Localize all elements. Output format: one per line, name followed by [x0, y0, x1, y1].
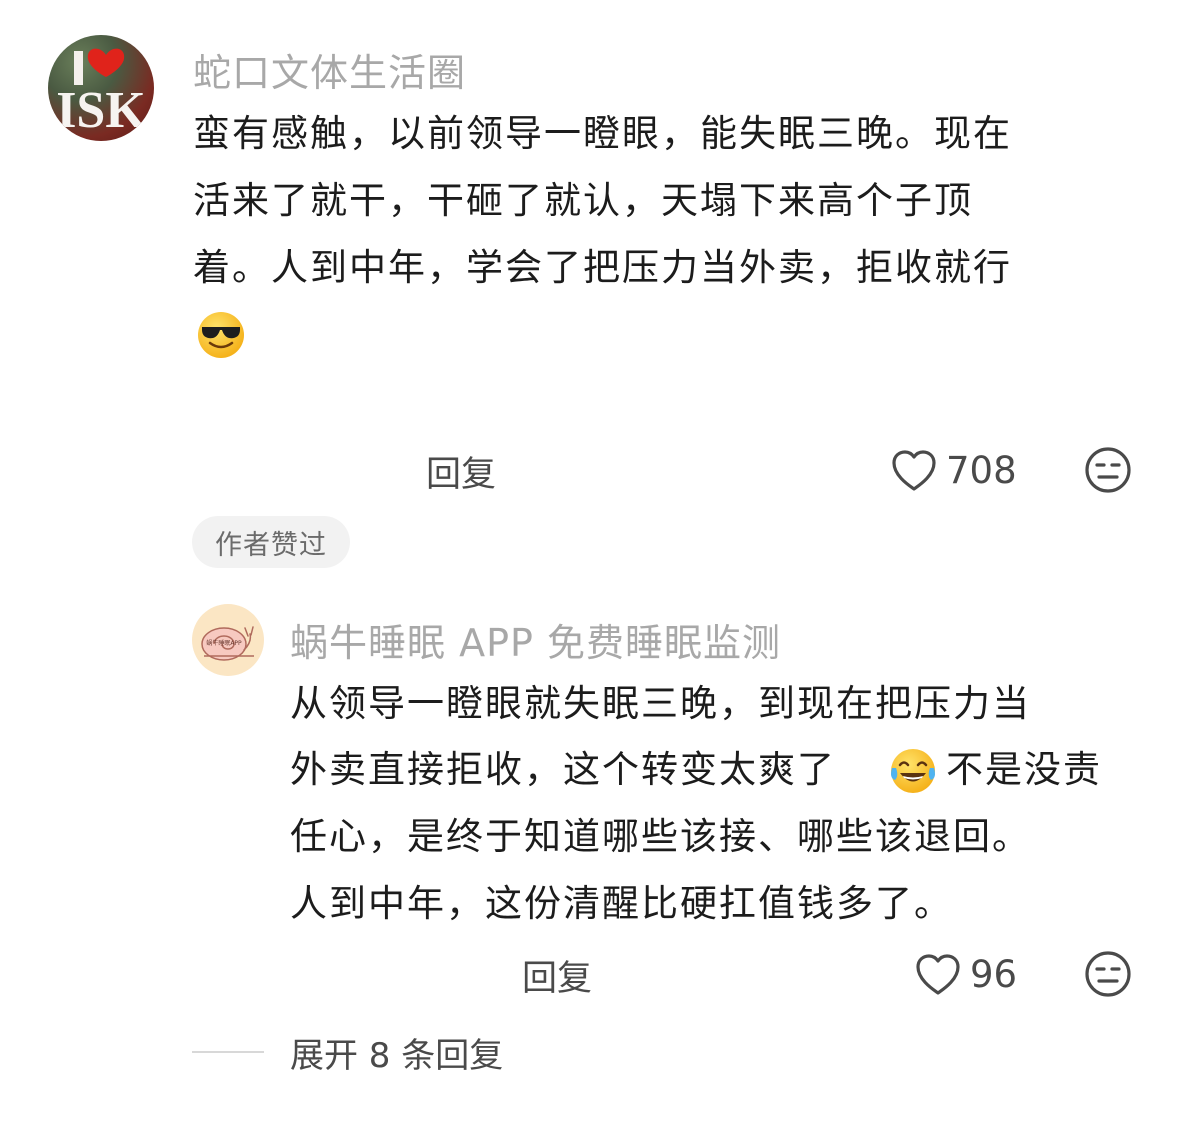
avatar-text: ISK [56, 82, 146, 139]
snail-logo: 蜗牛睡眠APP [201, 626, 254, 661]
heart-icon[interactable] [914, 953, 962, 997]
expand-replies-button[interactable]: 展开 8 条回复 [290, 1028, 503, 1077]
reply-text-line: 不是没责 [946, 748, 1102, 791]
avatar[interactable]: ISK [48, 35, 154, 141]
comment-text-line: 活来了就干，干砸了就认，天塌下来高个子顶 [193, 179, 973, 222]
expand-divider [192, 1051, 264, 1053]
avatar-text: 蜗牛睡眠APP [206, 639, 242, 647]
reply-button[interactable]: 回复 [426, 446, 496, 497]
face-with-tears-of-joy-icon [891, 749, 935, 793]
avatar[interactable]: 蜗牛睡眠APP [192, 604, 264, 676]
comment-username[interactable]: 蛇口文体生活圈 [193, 42, 466, 97]
comment-text-line: 蛮有感触，以前领导一瞪眼，能失眠三晚。现在 [193, 112, 1012, 155]
reply-username[interactable]: 蜗牛睡眠 APP 免费睡眠监测 [290, 612, 781, 667]
reply-text-line: 从领导一瞪眼就失眠三晚，到现在把压力当 [290, 682, 1031, 725]
dislike-face-icon[interactable] [1084, 446, 1132, 494]
reply-text-line: 外卖直接拒收，这个转变太爽了 [290, 748, 836, 791]
reply-button[interactable]: 回复 [522, 950, 592, 1001]
like-count: 708 [946, 449, 1017, 492]
avatar-logo: ISK [56, 48, 146, 139]
smiling-face-with-sunglasses-icon [198, 312, 244, 358]
reply-text-line: 任心，是终于知道哪些该接、哪些该退回。 [290, 815, 1031, 858]
dislike-face-icon[interactable] [1084, 950, 1132, 998]
heart-icon[interactable] [890, 449, 938, 493]
author-liked-badge: 作者赞过 [192, 516, 350, 568]
like-count: 96 [970, 953, 1018, 996]
comment-text-line: 着。人到中年，学会了把压力当外卖，拒收就行 [193, 246, 1012, 289]
reply-text-line: 人到中年，这份清醒比硬扛值钱多了。 [290, 882, 953, 925]
